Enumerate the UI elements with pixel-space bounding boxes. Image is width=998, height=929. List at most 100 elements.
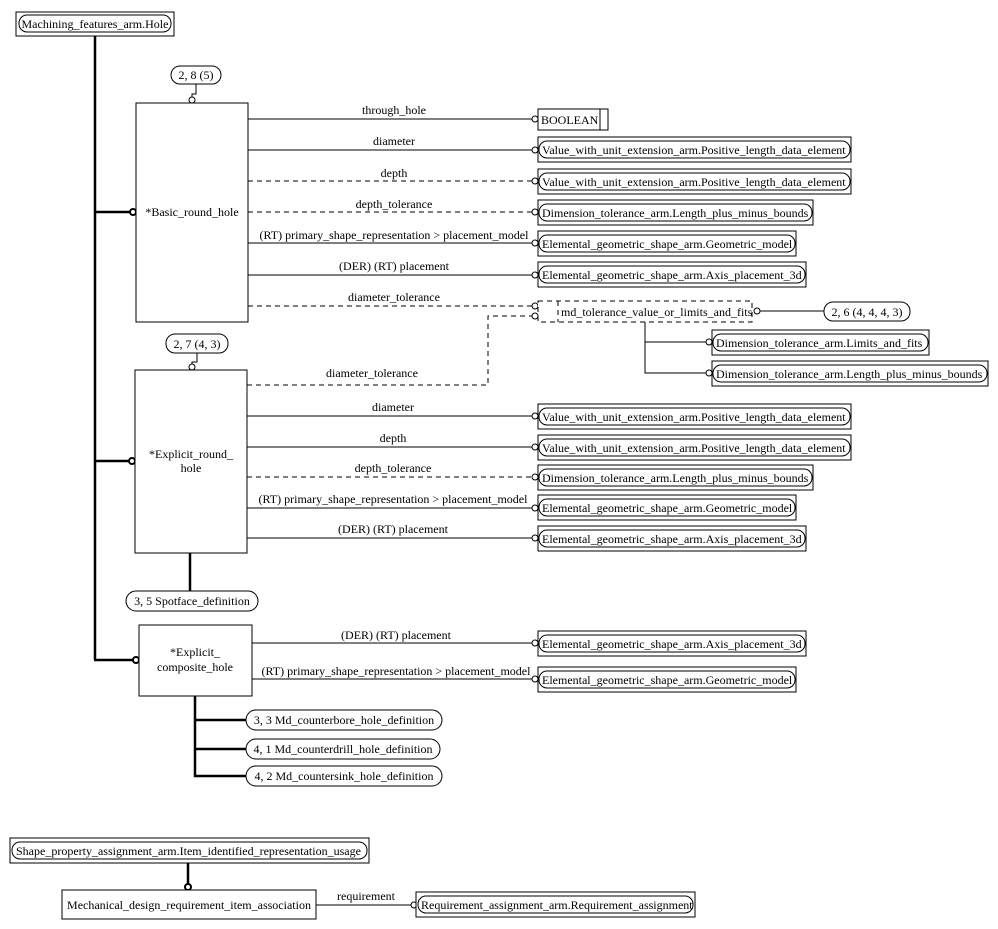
attr-depth-tolerance-explicit: depth_tolerance [247, 461, 539, 481]
attr-diameter-explicit: diameter [247, 400, 539, 420]
type-boolean[interactable]: BOOLEAN [537, 108, 609, 131]
svg-text:(RT) primary_shape_representat: (RT) primary_shape_representation > plac… [259, 492, 529, 506]
svg-text:through_hole: through_hole [362, 103, 426, 117]
svg-text:Mechanical_design_requirement_: Mechanical_design_requirement_item_assoc… [67, 898, 311, 912]
svg-text:3, 3 Md_counterbore_hole_defin: 3, 3 Md_counterbore_hole_definition [254, 713, 434, 727]
pageref-basic-circle [188, 96, 196, 104]
type-length-pm-1[interactable]: Dimension_tolerance_arm.Length_plus_minu… [537, 199, 814, 226]
attr-diameter-tolerance-basic: diameter_tolerance [248, 290, 539, 310]
svg-text:3, 5 Spotface_definition: 3, 5 Spotface_definition [134, 594, 250, 608]
svg-text:(DER) (RT) placement: (DER) (RT) placement [341, 628, 452, 642]
svg-text:(DER) (RT) placement: (DER) (RT) placement [339, 259, 450, 273]
entity-hole[interactable]: Machining_features_arm.Hole [15, 11, 175, 37]
attr-diameter-tolerance-explicit: diameter_tolerance [247, 312, 539, 386]
type-positive-length-3[interactable]: Value_with_unit_extension_arm.Positive_l… [537, 403, 852, 430]
pageref-select[interactable]: 2, 6 (4, 4, 4, 3) [823, 301, 911, 322]
svg-text:diameter_tolerance: diameter_tolerance [348, 290, 440, 304]
attr-placement-composite: (DER) (RT) placement [252, 628, 539, 647]
svg-text:4, 1 Md_counterdrill_hole_defi: 4, 1 Md_counterdrill_hole_definition [254, 742, 433, 756]
entity-explicit-round-hole[interactable]: *Explicit_round_ hole [134, 369, 248, 554]
svg-text:Elemental_geometric_shape_arm.: Elemental_geometric_shape_arm.Axis_place… [542, 268, 802, 282]
pageref-explicit-circle [188, 363, 196, 371]
type-limits-fits[interactable]: Dimension_tolerance_arm.Limits_and_fits [711, 329, 930, 356]
type-geom-model-2[interactable]: Elemental_geometric_shape_arm.Geometric_… [537, 494, 797, 521]
pageref-basic-link [191, 84, 197, 97]
svg-text:BOOLEAN: BOOLEAN [541, 113, 599, 127]
svg-text:Dimension_tolerance_arm.Length: Dimension_tolerance_arm.Length_plus_minu… [716, 367, 983, 381]
type-axis-placement-1[interactable]: Elemental_geometric_shape_arm.Axis_place… [537, 261, 807, 288]
subtype-circle-basic [129, 208, 137, 216]
type-positive-length-4[interactable]: Value_with_unit_extension_arm.Positive_l… [537, 434, 852, 461]
svg-text:requirement: requirement [337, 889, 396, 903]
type-length-pm-select[interactable]: Dimension_tolerance_arm.Length_plus_minu… [711, 360, 989, 387]
select-lengthpm-circle [705, 369, 713, 377]
svg-text:Value_with_unit_extension_arm.: Value_with_unit_extension_arm.Positive_l… [542, 441, 846, 455]
svg-text:hole: hole [181, 461, 202, 475]
svg-text:Elemental_geometric_shape_arm.: Elemental_geometric_shape_arm.Geometric_… [542, 501, 793, 515]
svg-text:Value_with_unit_extension_arm.: Value_with_unit_extension_arm.Positive_l… [542, 410, 846, 424]
svg-text:Value_with_unit_extension_arm.: Value_with_unit_extension_arm.Positive_l… [542, 143, 846, 157]
type-req-assignment[interactable]: Requirement_assignment_arm.Requirement_a… [415, 891, 696, 918]
type-positive-length-2[interactable]: Value_with_unit_extension_arm.Positive_l… [537, 168, 852, 195]
type-axis-placement-3[interactable]: Elemental_geometric_shape_arm.Axis_place… [537, 630, 807, 657]
svg-text:Elemental_geometric_shape_arm.: Elemental_geometric_shape_arm.Geometric_… [542, 673, 793, 687]
svg-text:(DER) (RT) placement: (DER) (RT) placement [338, 522, 449, 536]
subtype-circle-composite [132, 656, 140, 664]
attr-depth-explicit: depth [247, 431, 539, 451]
svg-text:2, 8 (5): 2, 8 (5) [179, 68, 214, 82]
svg-text:diameter: diameter [372, 400, 414, 414]
pageref-explicit-link [191, 353, 198, 364]
svg-text:diameter: diameter [373, 134, 415, 148]
svg-text:depth: depth [381, 166, 408, 180]
pageref-counterdrill[interactable]: 4, 1 Md_counterdrill_hole_definition [245, 738, 441, 760]
attr-primary-shape-explicit: (RT) primary_shape_representation > plac… [247, 492, 539, 512]
select-out-circle [753, 307, 761, 315]
svg-text:(RT) primary_shape_representat: (RT) primary_shape_representation > plac… [262, 664, 532, 678]
type-length-pm-2[interactable]: Dimension_tolerance_arm.Length_plus_minu… [537, 464, 814, 491]
type-geom-model-3[interactable]: Elemental_geometric_shape_arm.Geometric_… [537, 666, 797, 693]
pageref-basic[interactable]: 2, 8 (5) [170, 65, 222, 85]
pageref-countersink[interactable]: 4, 2 Md_countersink_hole_definition [245, 765, 443, 787]
entity-basic-round-hole[interactable]: *Basic_round_hole [135, 102, 249, 323]
attr-through-hole: through_hole [248, 103, 539, 123]
type-geom-model-1[interactable]: Elemental_geometric_shape_arm.Geometric_… [537, 230, 797, 257]
type-positive-length-1[interactable]: Value_with_unit_extension_arm.Positive_l… [537, 136, 852, 163]
type-axis-placement-2[interactable]: Elemental_geometric_shape_arm.Axis_place… [537, 525, 807, 552]
select-limits-circle [705, 338, 713, 346]
svg-text:(RT) primary_shape_representat: (RT) primary_shape_representation > plac… [260, 228, 530, 242]
pageref-counterbore[interactable]: 3, 3 Md_counterbore_hole_definition [245, 709, 443, 731]
entity-item-usage[interactable]: Shape_property_assignment_arm.Item_ident… [9, 837, 370, 864]
entity-mech-assoc[interactable]: Mechanical_design_requirement_item_assoc… [61, 889, 317, 920]
pageref-explicit[interactable]: 2, 7 (4, 3) [165, 333, 229, 354]
svg-text:depth_tolerance: depth_tolerance [355, 461, 432, 475]
svg-text:Value_with_unit_extension_arm.: Value_with_unit_extension_arm.Positive_l… [542, 175, 846, 189]
express-g-diagram: Machining_features_arm.Hole 2, 8 (5) *Ba… [9, 11, 989, 920]
composite-subtype-tree [193, 696, 246, 778]
subtype-circle-explicit [128, 457, 136, 465]
attr-depth-basic: depth [248, 166, 539, 185]
select-branch [644, 322, 706, 374]
attr-placement-basic: (DER) (RT) placement [248, 259, 539, 279]
svg-text:Machining_features_arm.Hole: Machining_features_arm.Hole [22, 17, 169, 31]
svg-text:Requirement_assignment_arm.Req: Requirement_assignment_arm.Requirement_a… [421, 898, 693, 912]
entity-explicit-composite-hole[interactable]: *Explicit_ composite_hole [138, 624, 253, 697]
svg-text:*Basic_round_hole: *Basic_round_hole [145, 205, 238, 219]
svg-text:depth_tolerance: depth_tolerance [356, 197, 433, 211]
svg-text:md_tolerance_value_or_limits_a: md_tolerance_value_or_limits_and_fits [561, 305, 753, 319]
attr-requirement: requirement [316, 889, 418, 909]
svg-text:Shape_property_assignment_arm.: Shape_property_assignment_arm.Item_ident… [16, 844, 361, 858]
attr-primary-shape-composite: (RT) primary_shape_representation > plac… [252, 664, 539, 683]
svg-text:depth: depth [380, 431, 407, 445]
svg-text:Dimension_tolerance_arm.Length: Dimension_tolerance_arm.Length_plus_minu… [542, 471, 809, 485]
attr-diameter-basic: diameter [248, 134, 539, 154]
svg-text:diameter_tolerance: diameter_tolerance [326, 366, 418, 380]
svg-text:Elemental_geometric_shape_arm.: Elemental_geometric_shape_arm.Axis_place… [542, 532, 802, 546]
svg-text:Dimension_tolerance_arm.Length: Dimension_tolerance_arm.Length_plus_minu… [542, 206, 809, 220]
select-md-tolerance[interactable]: md_tolerance_value_or_limits_and_fits [537, 300, 753, 323]
pageref-spotface[interactable]: 3, 5 Spotface_definition [125, 590, 259, 612]
svg-text:4, 2 Md_countersink_hole_defin: 4, 2 Md_countersink_hole_definition [255, 769, 434, 783]
svg-text:2, 6 (4, 4, 4, 3): 2, 6 (4, 4, 4, 3) [832, 305, 903, 319]
svg-text:Elemental_geometric_shape_arm.: Elemental_geometric_shape_arm.Axis_place… [542, 637, 802, 651]
attr-depth-tolerance-basic: depth_tolerance [248, 197, 539, 216]
svg-text:*Explicit_: *Explicit_ [170, 645, 221, 659]
